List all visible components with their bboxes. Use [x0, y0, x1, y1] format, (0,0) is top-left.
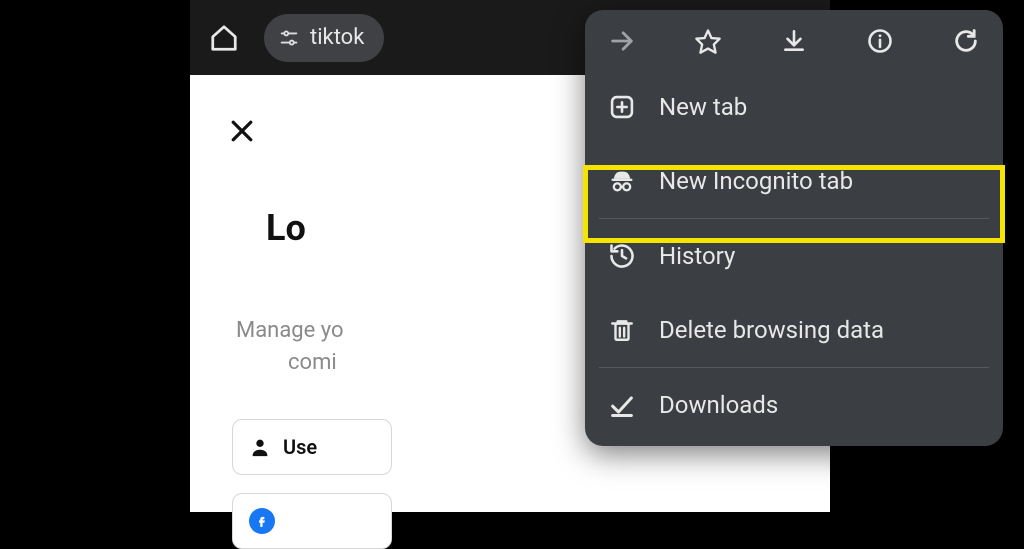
menu-item-label: Downloads [659, 391, 778, 419]
menu-item-label: New Incognito tab [659, 167, 853, 195]
incognito-icon [608, 167, 636, 195]
checkmark-icon [608, 391, 636, 419]
reload-icon [952, 27, 980, 55]
url-text: tiktok [310, 25, 364, 50]
trash-icon [609, 316, 635, 344]
info-button[interactable] [865, 26, 895, 56]
close-icon [227, 116, 257, 146]
menu-item-incognito[interactable]: New Incognito tab [585, 144, 1003, 218]
info-icon [866, 27, 894, 55]
person-icon [249, 436, 271, 458]
login-option-label: Use [283, 435, 317, 459]
bookmark-button[interactable] [693, 26, 723, 56]
star-icon [694, 27, 722, 55]
login-option-facebook[interactable] [232, 493, 392, 549]
reload-button[interactable] [951, 26, 981, 56]
url-bar[interactable]: tiktok [264, 14, 384, 62]
menu-toolbar [585, 10, 1003, 70]
plus-square-icon [608, 93, 636, 121]
download-button[interactable] [779, 26, 809, 56]
history-icon [608, 242, 636, 270]
home-icon [209, 23, 239, 53]
site-settings-icon [278, 27, 300, 49]
menu-item-label: New tab [659, 93, 747, 121]
arrow-right-icon [608, 27, 636, 55]
menu-item-delete-data[interactable]: Delete browsing data [585, 293, 1003, 367]
home-button[interactable] [200, 14, 248, 62]
menu-item-history[interactable]: History [585, 219, 1003, 293]
menu-item-new-tab[interactable]: New tab [585, 70, 1003, 144]
menu-item-label: History [659, 242, 735, 270]
overflow-menu: New tab New Incognito tab [585, 10, 1003, 446]
forward-button[interactable] [607, 26, 637, 56]
login-option-user[interactable]: Use [232, 419, 392, 475]
menu-item-label: Delete browsing data [659, 316, 884, 344]
phone-frame: tiktok Lo Manage yo comi Use [190, 0, 830, 512]
close-button[interactable] [222, 111, 262, 151]
menu-item-downloads[interactable]: Downloads [585, 368, 1003, 442]
download-icon [781, 28, 807, 54]
